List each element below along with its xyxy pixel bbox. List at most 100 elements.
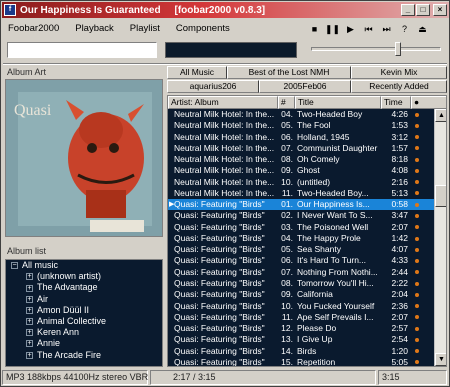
playlist-row[interactable]: Quasi: Featuring "Birds" 04. The Happy Pro… [168,233,434,244]
pause-icon: ❚❚ [324,23,341,34]
orange-dot-icon [415,247,419,252]
orange-dot-icon [415,191,419,196]
cell-time: 5:05 [391,356,408,367]
playlist-row[interactable]: Neutral Milk Hotel: In the... 10. (untitle… [168,177,434,188]
menu-playlist[interactable]: Playlist [127,21,163,37]
tree-item[interactable]: + Air [6,294,162,305]
search-input[interactable] [7,42,157,58]
column-header-number[interactable]: # [278,96,295,109]
tree-item[interactable]: + The Arcade Fire [6,350,162,361]
pause-button[interactable]: ❚❚ [324,21,341,37]
menu-components[interactable]: Components [173,21,233,37]
tab-aquarius206[interactable]: aquarius206 [167,80,259,93]
expand-icon[interactable]: + [26,318,33,326]
expand-icon[interactable]: + [26,329,33,337]
playlist-row[interactable]: Quasi: Featuring "Birds" 10. You Fucked Yo… [168,301,434,312]
album-list-tree[interactable]: − All music + (unknown artist) + The Advant… [5,259,163,367]
menu-playback[interactable]: Playback [72,21,117,37]
playlist-row[interactable]: Neutral Milk Hotel: In the... 07. Communis… [168,143,434,154]
playlist-row[interactable]: Quasi: Featuring "Birds" 09. California 2:0… [168,289,434,300]
column-header-dot[interactable]: ● [411,96,446,109]
app-icon: f [4,4,16,16]
playlist-view[interactable]: Artist: Album # Title Time ● Neutral Mil… [167,95,447,367]
volume-slider-thumb[interactable] [394,42,401,56]
eject-button[interactable]: ⏏ [414,21,431,37]
column-header-time[interactable]: Time [381,96,411,109]
tab-recently-added[interactable]: Recently Added [351,80,447,93]
scroll-up-button[interactable]: ▲ [435,109,446,122]
menu-foobar2000[interactable]: Foobar2000 [5,21,62,37]
playlist-row-now-playing[interactable]: ▶ Quasi: Featuring "Birds" 01. Our Happines… [168,199,434,211]
expand-icon[interactable]: + [26,306,33,314]
playlist-row[interactable]: Quasi: Featuring "Birds" 02. I Never Want … [168,210,434,221]
cell-track-number: 14. [281,345,293,356]
tree-item[interactable]: + Amon Düül II [6,305,162,316]
scroll-down-button[interactable]: ▼ [435,353,446,366]
tab-best-of-lost-nmh[interactable]: Best of the Lost NMH [227,66,351,79]
tree-item-all-music[interactable]: − All music [6,260,162,271]
title-bar[interactable]: f Our Happiness Is Guaranteed [foobar200… [2,2,449,18]
playlist-row[interactable]: Quasi: Featuring "Birds" 12. Please Do 2:57 [168,323,434,334]
expand-icon[interactable]: + [26,340,33,348]
orange-dot-icon [415,168,419,173]
playlist-row[interactable]: Quasi: Featuring "Birds" 07. Nothing From … [168,267,434,278]
expand-icon[interactable]: + [26,273,33,281]
playlist-row[interactable]: Neutral Milk Hotel: In the... 05. The Fool… [168,120,434,131]
playlist-header: Artist: Album # Title Time ● [168,96,446,109]
playlist-row[interactable]: Neutral Milk Hotel: In the... 06. Holland,… [168,132,434,143]
status-dot-icon [411,199,423,210]
now-playing-icon: ▶ [169,201,175,209]
column-header-artist-album[interactable]: Artist: Album [168,96,278,109]
cell-time: 4:26 [391,109,408,119]
status-dot-icon [411,301,423,312]
tree-item[interactable]: + The Advantage [6,282,162,293]
tree-item[interactable]: + Annie [6,338,162,349]
tab-kevin-mix[interactable]: Kevin Mix [351,66,447,79]
cell-time: 1:53 [391,120,408,131]
playlist-row[interactable]: Quasi: Featuring "Birds" 03. The Poisoned … [168,222,434,233]
tree-item-label: Animal Collective [37,315,107,326]
playlist-scrollbar[interactable]: ▲ ▼ [434,109,446,366]
close-button[interactable]: × [433,4,447,16]
playlist-row[interactable]: Quasi: Featuring "Birds" 14. Birds 1:20 [168,346,434,357]
previous-button[interactable]: ⏮ [360,21,377,37]
playlist-row[interactable]: Quasi: Featuring "Birds" 08. Tomorrow You'… [168,278,434,289]
play-button[interactable]: ▶ [342,21,359,37]
playlist-row[interactable]: Quasi: Featuring "Birds" 05. Sea Shanty 4:0… [168,244,434,255]
collapse-icon[interactable]: − [11,262,18,270]
tree-item[interactable]: + Keren Ann [6,327,162,338]
cell-time: 8:18 [391,154,408,165]
maximize-button[interactable]: □ [416,4,430,16]
cell-artist-album: Neutral Milk Hotel: In the... [174,142,275,153]
expand-icon[interactable]: + [26,284,33,292]
next-button[interactable]: ⏭ [378,21,395,37]
expand-icon[interactable]: + [26,295,33,303]
orange-dot-icon [415,259,419,264]
status-dot-icon [411,233,423,244]
status-bar: MP3 188kbps 44100Hz stereo VBR 2:17 / 3:… [2,370,449,386]
cell-track-number: 03. [281,221,293,232]
cell-artist-album: Quasi: Featuring "Birds" [174,266,265,277]
playlist-row[interactable]: Quasi: Featuring "Birds" 13. I Give Up 2:54 [168,334,434,345]
playlist-row[interactable]: Neutral Milk Hotel: In the... 11. Two-Head… [168,188,434,199]
status-dot-icon [411,255,423,266]
tab-2005feb06[interactable]: 2005Feb06 [259,80,351,93]
playlist-row[interactable]: Quasi: Featuring "Birds" 15. Repetition 5:0… [168,356,434,367]
tree-item[interactable]: + (unknown artist) [6,271,162,282]
orange-dot-icon [415,135,419,140]
cell-track-number: 02. [281,210,293,221]
tree-item[interactable]: + Animal Collective [6,316,162,327]
playlist-row[interactable]: Quasi: Featuring "Birds" 06. It's Hard To … [168,255,434,266]
tab-all-music[interactable]: All Music [167,66,227,79]
volume-slider[interactable] [311,42,441,56]
playlist-row[interactable]: Neutral Milk Hotel: In the... 04. Two-Head… [168,109,434,120]
playlist-row[interactable]: Quasi: Featuring "Birds" 11. Ape Self Prev… [168,312,434,323]
column-header-title[interactable]: Title [295,96,381,109]
playlist-row[interactable]: Neutral Milk Hotel: In the... 08. Oh Comel… [168,154,434,165]
stop-button[interactable]: ■ [306,21,323,37]
scroll-thumb[interactable] [435,185,446,207]
playlist-row[interactable]: Neutral Milk Hotel: In the... 09. Ghost 4:0… [168,165,434,176]
expand-icon[interactable]: + [26,351,33,359]
minimize-button[interactable]: _ [401,4,415,16]
random-button[interactable]: ? [396,21,413,37]
